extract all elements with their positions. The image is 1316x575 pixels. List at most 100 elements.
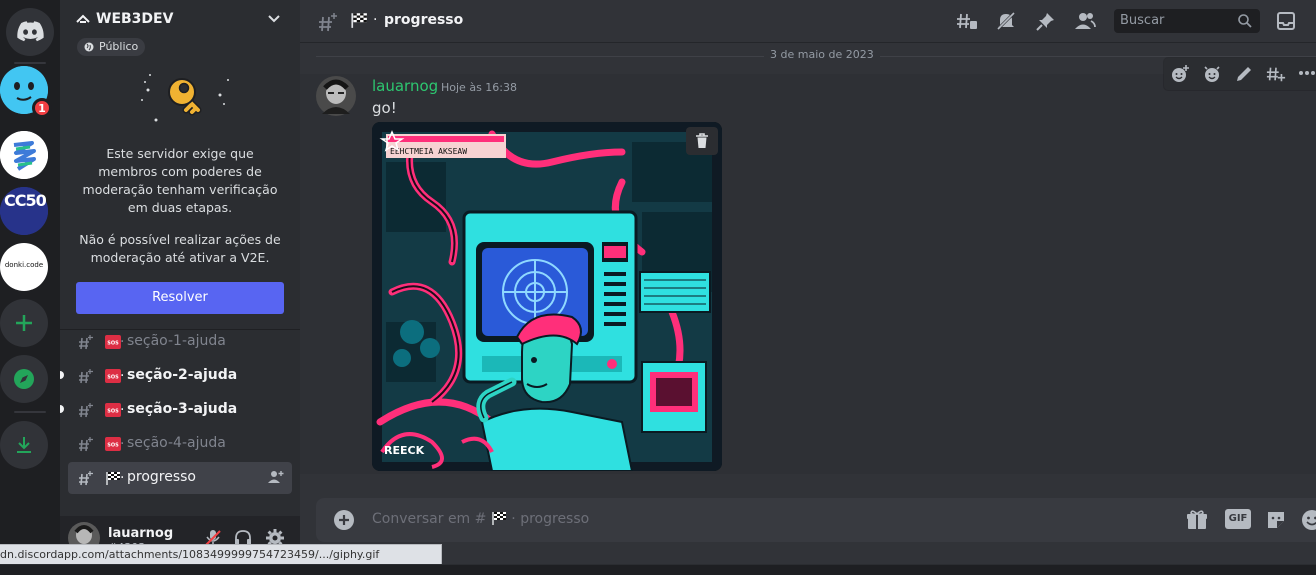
emoji-icon[interactable]: [1301, 509, 1316, 531]
server-rail: 1 CC50 donki.code: [0, 0, 60, 575]
discord-home-button[interactable]: [6, 8, 54, 56]
chevron-down-icon[interactable]: [268, 15, 280, 23]
message-author[interactable]: lauarnog: [372, 77, 438, 95]
gif-attachment[interactable]: EEHCTMEIA AKSEAW REECK: [372, 122, 722, 471]
two-factor-warning: Não é possível realizar ações de moderaç…: [79, 232, 281, 265]
channel-name: seção-2-ajuda: [127, 367, 238, 383]
guild-header[interactable]: WEB3DEV Público: [60, 0, 300, 64]
checkered-flag-icon: [106, 472, 120, 485]
cyberpunk-gif-image: EEHCTMEIA AKSEAW REECK: [372, 122, 722, 471]
add-reaction-icon[interactable]: [1170, 64, 1190, 84]
channel-separator: ·: [120, 470, 125, 486]
message-timestamp: Hoje às 16:38: [441, 81, 517, 94]
browser-status-url: dn.discordapp.com/attachments/1083499999…: [0, 544, 442, 564]
download-apps-button[interactable]: [0, 421, 48, 469]
unread-indicator: [60, 405, 64, 413]
search-input[interactable]: Buscar: [1114, 9, 1260, 33]
two-factor-notice: Este servidor exige que membros com pode…: [82, 146, 278, 215]
svg-text:EEHCTMEIA AKSEAW: EEHCTMEIA AKSEAW: [390, 147, 467, 156]
explore-servers-button[interactable]: [0, 355, 48, 403]
download-icon: [17, 437, 31, 453]
channel-name: seção-4-ajuda: [127, 435, 226, 451]
search-placeholder: Buscar: [1120, 13, 1165, 28]
search-icon: [1238, 14, 1252, 28]
thread-hash-icon: [79, 403, 93, 418]
resolve-button[interactable]: Resolver: [76, 282, 284, 314]
thread-hash-icon: [79, 471, 93, 486]
message-actions-toolbar: [1164, 58, 1316, 90]
add-member-icon[interactable]: [268, 470, 284, 484]
gift-icon[interactable]: [1186, 509, 1208, 531]
super-reaction-icon[interactable]: [1202, 64, 1222, 84]
sos-icon: SOS: [105, 335, 121, 349]
svg-text:SOS: SOS: [107, 375, 119, 381]
composer-placeholder-prefix: Conversar em #: [372, 511, 487, 527]
guild-boost-icon: [76, 14, 90, 23]
delete-attachment-button[interactable]: [686, 127, 718, 155]
plus-icon: [16, 315, 32, 331]
sos-icon: SOS: [105, 369, 121, 383]
more-options-icon[interactable]: [1298, 70, 1316, 76]
thread-hash-icon: [319, 13, 337, 32]
rail-separator: [14, 411, 46, 413]
discord-window: 1 CC50 donki.code WEB3DEV Público Este s…: [0, 0, 1316, 575]
thread-hash-icon: [79, 437, 93, 452]
inbox-icon[interactable]: [1276, 11, 1296, 31]
sos-icon: SOS: [105, 403, 121, 417]
svg-text:SOS: SOS: [107, 443, 119, 449]
channel-item-secao-3[interactable]: SOS · seção-3-ajuda: [60, 394, 292, 426]
checkered-flag-icon: [492, 512, 506, 525]
sos-icon: SOS: [105, 437, 121, 451]
channel-name: seção-3-ajuda: [127, 401, 238, 417]
attach-plus-icon[interactable]: [334, 510, 354, 530]
server-icon-stripes[interactable]: [0, 131, 48, 179]
threads-icon[interactable]: [956, 11, 978, 31]
svg-text:SOS: SOS: [107, 341, 119, 347]
date-divider-label: 3 de maio de 2023: [764, 48, 880, 61]
channel-separator: ·: [120, 402, 125, 418]
server-avatar-face[interactable]: 1: [0, 66, 52, 118]
unread-indicator: [60, 371, 64, 379]
discord-logo-icon: [17, 21, 44, 42]
channel-item-progresso[interactable]: · progresso: [68, 462, 292, 494]
key-illustration-icon: [141, 74, 229, 122]
pin-icon[interactable]: [1036, 11, 1056, 31]
window-bottom-edge: [0, 564, 1316, 575]
message-content: go!: [372, 99, 397, 117]
svg-text:SOS: SOS: [107, 409, 119, 415]
rail-separator: [14, 62, 46, 64]
thread-hash-icon: [79, 369, 93, 384]
channel-item-secao-1[interactable]: SOS · seção-1-ajuda: [68, 326, 292, 358]
channel-separator: ·: [120, 436, 125, 452]
channel-sidebar: WEB3DEV Público Este servidor exige que …: [60, 0, 300, 575]
author-avatar[interactable]: [316, 76, 356, 116]
checkered-flag-icon: [351, 13, 367, 28]
channel-item-secao-2[interactable]: SOS · seção-2-ajuda: [60, 360, 292, 392]
channel-name: progresso: [127, 469, 197, 485]
thread-hash-icon: [79, 335, 93, 350]
sticker-icon[interactable]: [1265, 509, 1287, 531]
add-server-button[interactable]: [0, 299, 48, 347]
channel-header: · progresso Buscar: [300, 0, 1316, 42]
edit-pencil-icon[interactable]: [1234, 64, 1254, 84]
message-composer[interactable]: Conversar em # · progresso GIF: [316, 498, 1316, 542]
server-label-cc50: CC50: [4, 191, 47, 210]
channel-name: seção-1-ajuda: [127, 333, 226, 349]
channel-separator: ·: [120, 334, 125, 350]
create-thread-icon[interactable]: [1266, 64, 1286, 84]
gif-picker-button[interactable]: GIF: [1225, 509, 1251, 529]
composer-placeholder-dot: ·: [511, 511, 521, 527]
channel-separator: ·: [120, 368, 125, 384]
mute-notifications-icon[interactable]: [996, 11, 1016, 31]
title-separator: ·: [373, 12, 378, 28]
composer-placeholder-channel: progresso: [520, 511, 590, 527]
trash-icon: [696, 133, 708, 148]
server-cc50[interactable]: CC50: [0, 187, 48, 235]
stripes-logo-icon: [0, 131, 48, 179]
public-label: Público: [99, 40, 139, 53]
channel-item-secao-4[interactable]: SOS · seção-4-ajuda: [68, 428, 292, 460]
guild-name: WEB3DEV: [96, 11, 174, 27]
channel-title: progresso: [384, 12, 464, 28]
server-donki-code[interactable]: donki.code: [0, 243, 48, 291]
member-list-icon[interactable]: [1074, 11, 1096, 31]
